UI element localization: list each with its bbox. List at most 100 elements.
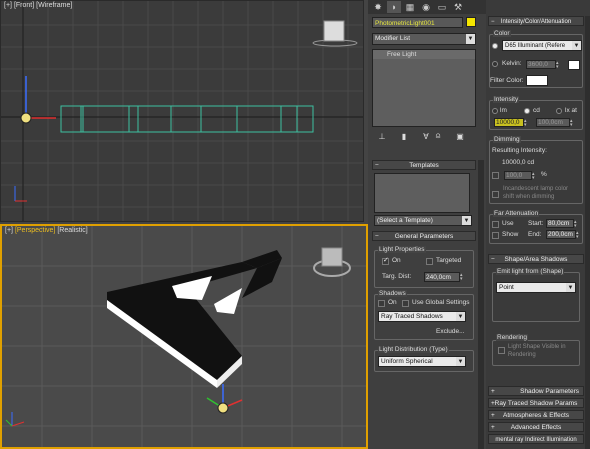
far-show-label: Show <box>502 231 519 238</box>
atmospheres-effects-rollout[interactable]: + Atmospheres & Effects <box>488 410 584 420</box>
emit-light-label: Emit light from (Shape) <box>496 268 565 275</box>
hierarchy-icon[interactable]: ▦ <box>403 1 417 13</box>
command-panel-scrollbar[interactable] <box>478 160 484 449</box>
resulting-intensity-label: Resulting Intensity: <box>492 147 547 154</box>
light-shape-visible-checkbox[interactable] <box>498 347 505 354</box>
templates-rollout-header[interactable]: − Templates <box>372 160 476 170</box>
dimming-label: Dimming <box>493 136 521 143</box>
light-properties-group <box>374 250 474 288</box>
modifier-list-label: Modifier List <box>375 35 411 42</box>
use-global-settings-checkbox[interactable] <box>402 300 409 307</box>
create-icon[interactable]: ✸ <box>371 1 385 13</box>
chevron-down-icon: ▼ <box>572 41 581 50</box>
light-shape-visible-line1: Light Shape Visible in <box>508 344 566 350</box>
intensity-rollout-header[interactable]: − Intensity/Color/Attenuation <box>488 16 584 26</box>
advanced-effects-rollout[interactable]: + Advanced Effects <box>488 422 584 432</box>
lm-label: lm <box>500 107 507 114</box>
percent-label: % <box>541 171 547 178</box>
use-global-settings-label: Use Global Settings <box>412 299 470 306</box>
incandescent-label-line1: Incandescent lamp color <box>503 186 569 192</box>
pin-stack-icon[interactable]: ⊥ <box>376 130 388 142</box>
chevron-down-icon: ▼ <box>466 34 475 44</box>
remove-modifier-icon[interactable]: ⍝ <box>432 130 444 142</box>
filter-color-swatch[interactable] <box>526 75 548 86</box>
shape-rollout-header[interactable]: − Shape/Area Shadows <box>488 254 584 264</box>
make-unique-icon[interactable]: ∀ <box>420 130 432 142</box>
chevron-down-icon: ▼ <box>566 283 575 292</box>
front-viewport-label[interactable]: [+] [Front] [Wireframe] <box>4 2 72 9</box>
intensity-value-spinner[interactable]: 10000,0 ▴ ▾ <box>494 118 527 128</box>
front-viewport[interactable]: [+] [Front] [Wireframe] <box>0 0 364 222</box>
intensity-label: Intensity <box>493 96 520 103</box>
incandescent-checkbox[interactable] <box>492 191 499 198</box>
general-parameters-rollout-header[interactable]: − General Parameters <box>372 231 476 241</box>
parameters-scrollbar[interactable] <box>585 16 590 449</box>
modify-icon[interactable]: ◗ <box>387 1 401 13</box>
lx-at-label: lx at <box>565 107 577 114</box>
configure-sets-icon[interactable]: ▣ <box>454 130 466 142</box>
filter-color-label: Filter Color: <box>490 77 524 84</box>
dimming-checkbox[interactable] <box>492 172 499 179</box>
cd-radio[interactable] <box>524 108 530 114</box>
light-gizmo <box>206 384 243 414</box>
targeted-checkbox[interactable] <box>426 258 433 265</box>
shadows-label: Shadows <box>378 290 407 297</box>
resulting-intensity-value: 10000,0 cd <box>502 159 535 166</box>
perspective-viewport[interactable]: [+] [Perspective] [Realistic] <box>0 224 368 449</box>
color-preset-radio[interactable] <box>492 43 498 49</box>
shadows-on-checkbox[interactable] <box>378 300 385 307</box>
targ-dist-spinner[interactable]: 240,0cm ▴ ▾ <box>424 272 463 282</box>
utilities-icon[interactable]: ⚒ <box>451 1 465 13</box>
dim-percent-spinner[interactable]: 100,0 ▴ ▾ <box>504 171 535 181</box>
kelvin-color-swatch[interactable] <box>568 60 580 70</box>
ray-traced-shadow-params-rollout[interactable]: + Ray Traced Shadow Params <box>488 398 584 408</box>
axis-tripod-icon <box>14 186 27 202</box>
object-name-field[interactable]: PhotometricLight001 <box>372 17 463 28</box>
shadow-parameters-rollout[interactable]: + Shadow Parameters <box>488 386 584 396</box>
display-icon[interactable]: ▭ <box>435 1 449 13</box>
show-end-result-icon[interactable]: ▮ <box>398 130 410 142</box>
kelvin-radio[interactable] <box>492 61 498 67</box>
perspective-scene <box>2 226 366 447</box>
far-use-checkbox[interactable] <box>492 221 499 228</box>
modifier-list-dropdown[interactable]: Modifier List ▼ <box>372 33 476 45</box>
targ-dist-label: Targ. Dist: <box>382 273 412 280</box>
far-start-label: Start: <box>528 220 544 227</box>
incandescent-label-line2: shift when dimming <box>503 194 555 200</box>
far-show-checkbox[interactable] <box>492 232 499 239</box>
mental-ray-indirect-illumination-rollout[interactable]: mental ray Indirect Illumination <box>488 434 584 444</box>
command-panel-tabs: ✸ ◗ ▦ ◉ ▭ ⚒ <box>368 0 486 14</box>
motion-icon[interactable]: ◉ <box>419 1 433 13</box>
stack-item[interactable]: Free Light <box>373 50 475 59</box>
far-attenuation-label: Far Attenuation <box>493 210 540 217</box>
shadows-on-label: On <box>388 299 397 306</box>
far-start-spinner[interactable]: 80,0cm ▴ ▾ <box>546 219 577 229</box>
object-color-swatch[interactable] <box>466 17 476 27</box>
shape-dropdown[interactable]: Point ▼ <box>496 282 576 293</box>
chevron-3d-object <box>107 250 282 388</box>
modifier-stack[interactable]: Free Light <box>372 49 476 127</box>
shadow-type-dropdown[interactable]: Ray Traced Shadows ▼ <box>378 311 466 322</box>
distribution-dropdown[interactable]: Uniform Spherical ▼ <box>378 356 466 367</box>
lx-distance-spinner[interactable]: 100,0cm ▴ ▾ <box>536 118 573 128</box>
lm-radio[interactable] <box>492 108 498 114</box>
kelvin-label: Kelvin: <box>502 60 522 67</box>
chevron-down-icon: ▼ <box>462 216 471 225</box>
far-end-spinner[interactable]: 200,0cm ▴ ▾ <box>546 230 579 240</box>
lx-radio[interactable] <box>556 108 562 114</box>
light-properties-label: Light Properties <box>378 246 426 253</box>
light-on-label: On <box>392 257 401 264</box>
front-grid <box>1 1 363 221</box>
chevron-down-icon: ▼ <box>456 357 465 366</box>
templates-list[interactable] <box>374 173 470 213</box>
light-parameters-panel: − Intensity/Color/Attenuation Color D65 I… <box>486 0 590 449</box>
rendering-label: Rendering <box>496 334 528 341</box>
kelvin-spinner[interactable]: 3600,0 ▴ ▾ <box>526 60 559 70</box>
command-panel: ✸ ◗ ▦ ◉ ▭ ⚒ PhotometricLight001 Modifier… <box>368 0 486 449</box>
light-on-checkbox[interactable] <box>382 256 389 265</box>
perspective-viewport-label[interactable]: [+] [Perspective] [Realistic] <box>5 227 88 234</box>
template-select[interactable]: (Select a Template) ▼ <box>374 215 472 226</box>
light-shape-visible-line2: Rendering <box>508 352 536 358</box>
exclude-button[interactable]: Exclude... <box>436 328 465 335</box>
color-preset-dropdown[interactable]: D65 Illuminant (Refere ▼ <box>502 40 582 51</box>
